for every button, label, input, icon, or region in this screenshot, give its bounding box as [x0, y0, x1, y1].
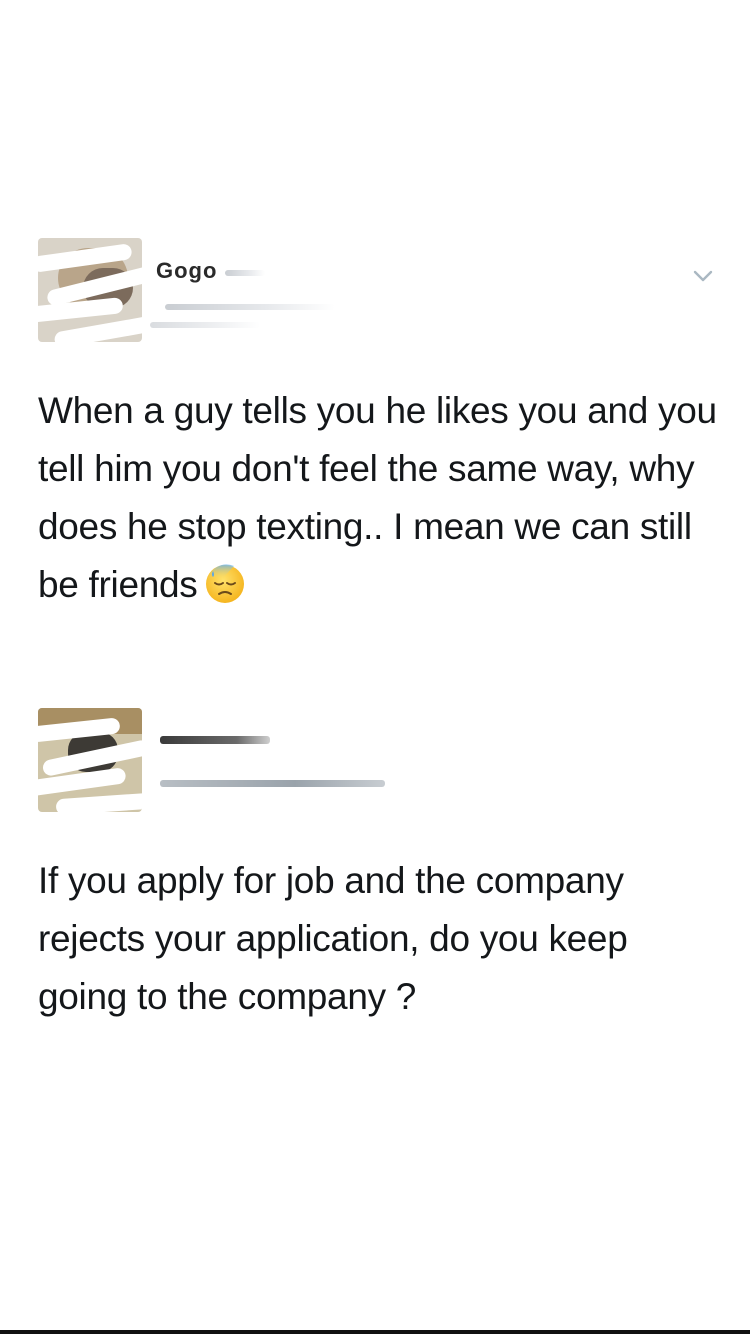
name-redaction: [160, 736, 270, 744]
handle-redaction: [165, 304, 335, 310]
handle-redaction: [150, 322, 260, 328]
bottom-edge: [0, 1330, 750, 1334]
avatar[interactable]: [38, 708, 142, 812]
downcast-face-with-sweat-icon: [205, 564, 244, 603]
redaction-mark: [225, 270, 265, 276]
chevron-down-icon[interactable]: [691, 268, 715, 284]
handle-redaction: [160, 780, 385, 787]
display-name[interactable]: Gogo: [156, 258, 217, 284]
avatar[interactable]: [38, 238, 142, 342]
tweet-body: If you apply for job and the company rej…: [38, 860, 628, 1017]
tweet-text: When a guy tells you he likes you and yo…: [38, 382, 718, 614]
tweet-body: When a guy tells you he likes you and yo…: [38, 390, 717, 605]
tweet-text: If you apply for job and the company rej…: [38, 852, 718, 1026]
